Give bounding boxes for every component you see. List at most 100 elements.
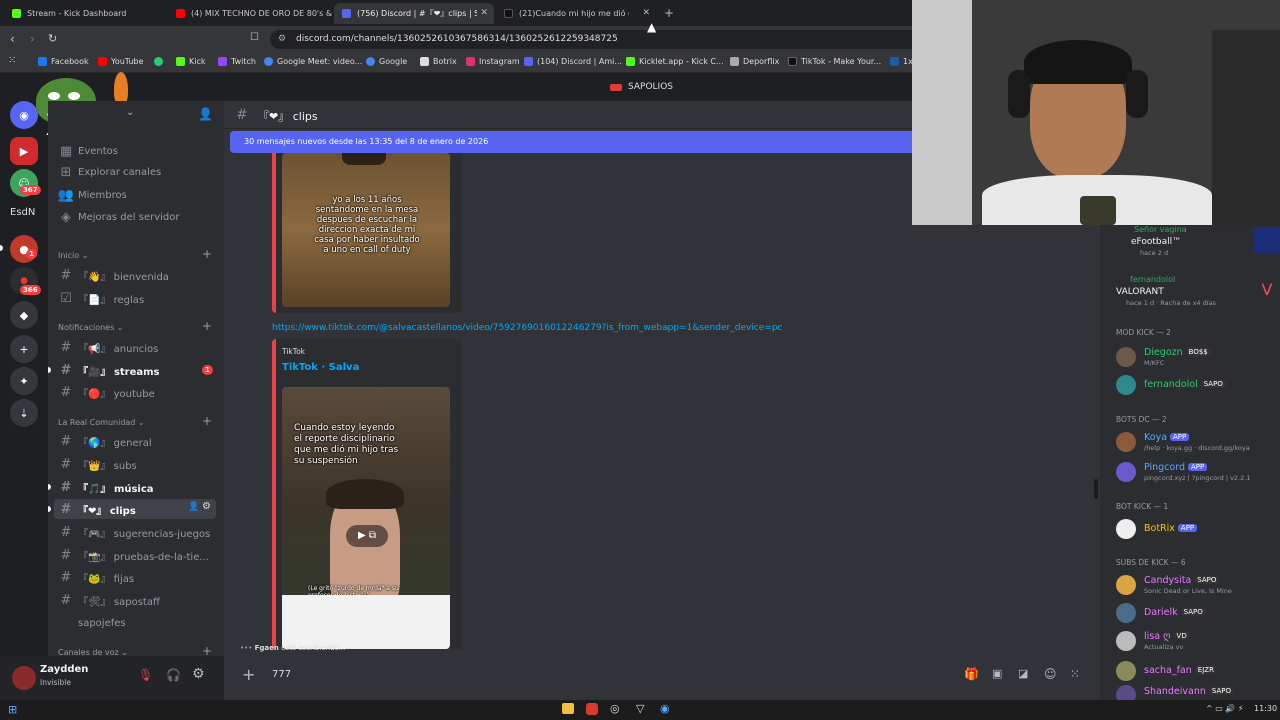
member-item[interactable]: Darielk SAPO <box>1116 602 1276 626</box>
member-item[interactable]: Pingcord APP pingcord.xyz | ?pingcord | v2… <box>1116 461 1276 485</box>
channel-clips[interactable]: # 『❤』 clips 👤 ⚙ <box>54 499 216 519</box>
message-input[interactable]: 777 <box>272 669 291 680</box>
channel-subs[interactable]: # 『👑』 subs <box>48 454 216 474</box>
channel-sapojefes[interactable]: sapojefes <box>48 613 216 633</box>
mic-muted-icon[interactable]: 🎙 <box>138 668 153 682</box>
channel-streams[interactable]: # 『🎥』 streams 1 <box>48 360 216 380</box>
channel-youtube[interactable]: # 『🔴』 youtube <box>48 382 216 402</box>
bookmark-item[interactable]: Google Meet: video... <box>264 57 362 66</box>
member-item[interactable]: Diegozn BO$$ M/KFC <box>1116 346 1276 370</box>
apps-icon[interactable]: ⁙ <box>1070 667 1080 681</box>
start-icon[interactable]: ⊞ <box>8 703 17 716</box>
member-item[interactable]: Koya APP/help · koya.gg · discord.gg/koya <box>1116 431 1276 455</box>
server-icon[interactable]: ◆ <box>10 301 38 329</box>
embed-title[interactable]: TikTok · Salva <box>282 362 359 373</box>
gif-icon[interactable]: ▣ <box>992 667 1002 680</box>
message-link[interactable]: https://www.tiktok.com/@salvacastellanos… <box>272 323 783 333</box>
browser-tab[interactable]: Stream - Kick Dashboard <box>4 3 168 24</box>
member-item[interactable]: Candysita SAPO Sonic Dead or Live, Is Mine <box>1116 574 1276 598</box>
apps-icon[interactable]: ⁙ <box>8 55 16 66</box>
browser-tab-active[interactable]: (756) Discord | #『❤』clips | SAPOLIOS ✕ <box>334 3 494 24</box>
bookmark-item[interactable]: Botrix <box>420 57 457 66</box>
member-item[interactable]: sacha_fan EJZR <box>1116 660 1276 684</box>
category-notificaciones[interactable]: Notificaciones ⌄ <box>58 323 124 332</box>
avatar[interactable] <box>12 666 36 690</box>
play-icon[interactable]: ▶ ⧉ <box>346 525 388 547</box>
video-thumbnail[interactable]: Cuando estoy leyendo el reporte discipli… <box>282 387 450 649</box>
new-tab-icon[interactable]: + <box>664 6 674 20</box>
scrollbar[interactable] <box>1094 479 1098 499</box>
steam-icon[interactable]: ◉ <box>660 702 670 715</box>
channel-pruebas[interactable]: # 『📸』 pruebas-de-la-tie... <box>48 545 216 565</box>
sidebar-item-members[interactable]: 👥 Miembros <box>48 185 216 205</box>
headphones-icon[interactable]: 🎧 <box>166 668 181 682</box>
bookmark-item[interactable]: Deporflix <box>730 57 779 66</box>
download-icon[interactable]: ⇣ <box>10 399 38 427</box>
gear-icon[interactable]: ⚙ <box>202 501 211 512</box>
channel-bienvenida[interactable]: # 『👋』 bienvenida <box>48 265 216 285</box>
reload-icon[interactable]: ↻ <box>48 32 57 45</box>
member-item[interactable]: BotRix APP <box>1116 518 1276 542</box>
channel-sapostaff[interactable]: # 『🛠』 sapostaff <box>48 590 216 610</box>
bookmark-item[interactable]: Kick <box>176 57 206 66</box>
member-item[interactable]: lisa ღ VD Actualiza vv <box>1116 630 1276 654</box>
category-la-real-comunidad[interactable]: La Real Comunidad ⌄ <box>58 418 145 427</box>
invite-icon[interactable]: 👤 <box>188 502 199 512</box>
bookmark-item[interactable]: Instagram <box>466 57 520 66</box>
category-inicio[interactable]: Inicio ⌄ <box>58 251 88 260</box>
gear-icon[interactable]: ⚙ <box>192 666 205 682</box>
explore-icon[interactable]: ✦ <box>10 367 38 395</box>
close-tab-icon[interactable]: ✕ <box>480 8 488 18</box>
app-icon[interactable]: ◎ <box>610 702 620 715</box>
member-activity[interactable]: Señor vagina eFootball™ hace 2 d <box>1116 225 1280 257</box>
back-icon[interactable]: ‹ <box>10 32 15 46</box>
channel-general[interactable]: # 『🌎』 general <box>48 431 216 451</box>
sidebar-item-events[interactable]: ▦ Eventos <box>48 141 216 161</box>
server-icon[interactable]: ☺ 367 <box>10 169 41 197</box>
app-icon[interactable]: ▽ <box>636 702 644 715</box>
bookmark-item[interactable]: Twitch <box>218 57 256 66</box>
browser-tab[interactable]: (21)Cuando mi hijo me dió o ✕ <box>496 3 656 24</box>
bookmark-item[interactable]: YouTube <box>98 57 144 66</box>
server-label[interactable]: EsdN <box>10 207 35 218</box>
add-channel-icon[interactable]: + <box>202 319 212 333</box>
browser-tab[interactable]: (4) MIX TECHNO DE ORO DE 80's & <box>168 3 332 24</box>
forward-icon[interactable]: › <box>30 32 35 46</box>
channel-musica[interactable]: # 『🎵』 música <box>48 477 216 497</box>
sticker-icon[interactable]: ◪ <box>1018 667 1028 680</box>
member-item[interactable]: fernandolol SAPO <box>1116 374 1276 398</box>
bookmark-item[interactable]: 1x <box>890 57 913 66</box>
bookmark-item[interactable]: Kicklet.app - Kick C... <box>626 57 724 66</box>
close-tab-icon[interactable]: ✕ <box>642 8 650 18</box>
bookmark-item[interactable]: Google <box>366 57 407 66</box>
tray-icons[interactable]: ^ ▭ 🔊 ⚡ <box>1206 704 1243 713</box>
video-thumbnail[interactable]: yo a los 11 años sentandome en la mesa d… <box>282 153 450 307</box>
server-icon[interactable]: ● 366 <box>10 267 41 295</box>
bookmark-item[interactable] <box>154 57 167 66</box>
add-attachment-icon[interactable]: + <box>242 665 255 684</box>
channel-anuncios[interactable]: # 『📢』 anuncios <box>48 337 216 357</box>
folder-icon[interactable] <box>562 703 574 714</box>
invite-icon[interactable]: 👤 <box>198 107 213 121</box>
bookmark-icon[interactable]: ☐ <box>250 32 259 43</box>
play-icon[interactable] <box>342 153 386 165</box>
bookmark-item[interactable]: (104) Discord | Ami... <box>524 57 622 66</box>
brave-icon[interactable] <box>586 703 598 715</box>
gift-icon[interactable]: 🎁 <box>964 667 979 681</box>
sidebar-item-browse-channels[interactable]: ⊞ Explorar canales <box>48 162 216 182</box>
channel-sugerencias-juegos[interactable]: # 『🎮』 sugerencias-juegos <box>48 522 216 542</box>
url-input[interactable]: ⚙ discord.com/channels/13602526103675863… <box>270 30 930 49</box>
bookmark-item[interactable]: Facebook <box>38 57 89 66</box>
member-activity[interactable]: fernandolol VALORANT hace 1 d · Racha de… <box>1116 275 1280 307</box>
emoji-icon[interactable]: ☺ <box>1044 667 1057 681</box>
channel-reglas[interactable]: ☑ 『📄』 reglas <box>48 288 216 308</box>
add-server-icon[interactable]: + <box>10 335 38 363</box>
chevron-down-icon[interactable]: ⌄ <box>126 107 134 118</box>
new-messages-bar[interactable]: 30 mensajes nuevos desde las 13:35 del 8… <box>230 131 912 153</box>
site-info-icon[interactable]: ⚙ <box>278 30 286 49</box>
channel-fijas[interactable]: # 『🐸』 fijas <box>48 567 216 587</box>
server-icon[interactable]: ● 1 <box>10 235 38 263</box>
add-channel-icon[interactable]: + <box>202 414 212 428</box>
add-channel-icon[interactable]: + <box>202 247 212 261</box>
username[interactable]: Zaydden <box>40 664 88 675</box>
